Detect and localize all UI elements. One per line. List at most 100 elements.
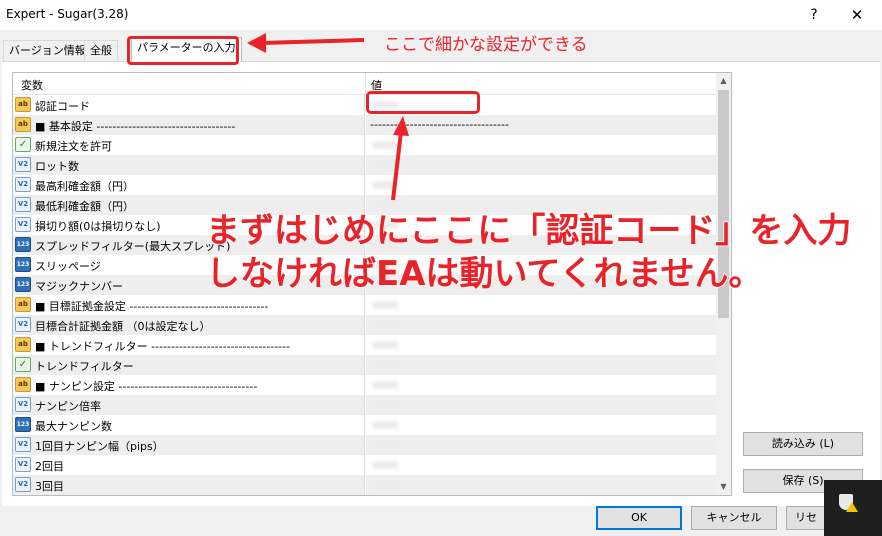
value-cell[interactable] <box>366 415 716 435</box>
blurred-value <box>372 301 398 309</box>
variable-cell[interactable]: ab ■ 目標証拠金設定 ----------------------------… <box>13 295 365 315</box>
value-cell[interactable] <box>366 315 716 335</box>
table-row[interactable]: V2 2回目 <box>13 455 716 475</box>
blurred-value <box>372 321 398 329</box>
value-cell[interactable] <box>366 135 716 155</box>
variable-cell[interactable]: V2 ロット数 <box>13 155 365 175</box>
list-header: 変数 値 <box>13 73 716 95</box>
variable-cell[interactable]: ✓ トレンドフィルター <box>13 355 365 375</box>
param-type-ab-icon: ab <box>15 97 31 112</box>
param-type-123-icon: 123 <box>15 417 31 432</box>
table-row[interactable]: V2 ロット数 <box>13 155 716 175</box>
main-annotation-line2: しなければEAは動いてくれません。 <box>205 253 763 295</box>
close-button[interactable]: ✕ <box>843 2 871 28</box>
value-cell[interactable] <box>366 155 716 175</box>
table-row[interactable]: 123 最大ナンピン数 <box>13 415 716 435</box>
blurred-value <box>372 401 398 409</box>
table-row[interactable]: ab 認証コード <box>13 95 716 115</box>
variable-label: 2回目 <box>35 460 64 473</box>
variable-cell[interactable]: ab ■ 基本設定 -------------------------------… <box>13 115 365 135</box>
value-cell[interactable] <box>366 295 716 315</box>
tab-general[interactable]: 全般 <box>84 40 118 61</box>
blurred-value <box>372 441 398 449</box>
param-type-ab-icon: ab <box>15 377 31 392</box>
variable-cell[interactable]: V2 目標合計証拠金額 （0は設定なし） <box>13 315 365 335</box>
variable-cell[interactable]: V2 1回目ナンピン幅（pips） <box>13 435 365 455</box>
param-type-v2-icon: V2 <box>15 157 31 172</box>
variable-cell[interactable]: V2 ナンピン倍率 <box>13 395 365 415</box>
table-row[interactable]: ✓ トレンドフィルター <box>13 355 716 375</box>
variable-label: マジックナンバー <box>35 280 123 293</box>
blurred-value <box>372 421 398 429</box>
table-row[interactable]: V2 ナンピン倍率 <box>13 395 716 415</box>
value-text: ----------------------------------- <box>370 118 509 131</box>
table-row[interactable]: V2 目標合計証拠金額 （0は設定なし） <box>13 315 716 335</box>
blurred-value <box>372 481 398 489</box>
tab-annotation-text: ここで細かな設定ができる <box>384 35 588 55</box>
variable-cell[interactable]: ab ■ トレンドフィルター --------------------------… <box>13 335 365 355</box>
title-bar: Expert - Sugar(3.28) ? ✕ <box>0 0 882 30</box>
system-tray <box>824 480 882 536</box>
auth-code-highlight-box <box>366 91 480 114</box>
variable-label: ■ ナンピン設定 -------------------------------… <box>35 380 258 393</box>
param-type-ab-icon: ab <box>15 297 31 312</box>
reset-button[interactable]: リセ <box>786 506 826 530</box>
column-header-variable[interactable]: 変数 <box>21 77 43 93</box>
variable-cell[interactable]: V2 3回目 <box>13 475 365 495</box>
variable-label: スリッページ <box>35 260 101 273</box>
param-type-v2-icon: V2 <box>15 317 31 332</box>
variable-label: 最低利確金額（円） <box>35 200 134 213</box>
variable-label: ロット数 <box>35 160 79 173</box>
blurred-value <box>372 461 398 469</box>
param-type-123-icon: 123 <box>15 237 31 252</box>
cancel-button[interactable]: キャンセル <box>691 506 777 530</box>
param-type-bool-icon: ✓ <box>15 357 31 372</box>
variable-cell[interactable]: ✓ 新規注文を許可 <box>13 135 365 155</box>
variable-label: 目標合計証拠金額 （0は設定なし） <box>35 320 211 333</box>
variable-label: ■ トレンドフィルター ----------------------------… <box>35 340 291 353</box>
load-button[interactable]: 読み込み (L) <box>743 432 863 456</box>
table-row[interactable]: V2 最高利確金額（円） <box>13 175 716 195</box>
variable-label: ナンピン倍率 <box>35 400 101 413</box>
value-cell[interactable] <box>366 335 716 355</box>
table-row[interactable]: V2 3回目 <box>13 475 716 495</box>
table-row[interactable]: ab ■ トレンドフィルター --------------------------… <box>13 335 716 355</box>
value-cell[interactable] <box>366 395 716 415</box>
ok-button[interactable]: OK <box>596 506 682 530</box>
variable-cell[interactable]: 123 最大ナンピン数 <box>13 415 365 435</box>
variable-label: 損切り額(0は損切りなし) <box>35 220 161 233</box>
blurred-value <box>372 141 398 149</box>
variable-label: 認証コード <box>35 100 90 113</box>
variable-cell[interactable]: V2 最高利確金額（円） <box>13 175 365 195</box>
value-cell[interactable] <box>366 355 716 375</box>
value-cell[interactable] <box>366 475 716 495</box>
value-cell[interactable] <box>366 375 716 395</box>
blurred-value <box>372 381 398 389</box>
tab-version-info[interactable]: バージョン情報 <box>3 40 92 61</box>
table-row[interactable]: ab ■ 基本設定 -------------------------------… <box>13 115 716 135</box>
variable-label: ■ 基本設定 ---------------------------------… <box>35 120 236 133</box>
tab-highlight-box <box>127 36 239 65</box>
help-button[interactable]: ? <box>800 2 828 28</box>
table-row[interactable]: ab ■ 目標証拠金設定 ----------------------------… <box>13 295 716 315</box>
window-title: Expert - Sugar(3.28) <box>6 7 129 21</box>
variable-label: トレンドフィルター <box>35 360 134 373</box>
table-row[interactable]: ab ■ ナンピン設定 -----------------------------… <box>13 375 716 395</box>
column-divider[interactable] <box>365 73 366 95</box>
scroll-up-icon[interactable]: ▲ <box>716 73 731 89</box>
variable-cell[interactable]: ab ■ ナンピン設定 -----------------------------… <box>13 375 365 395</box>
blurred-value <box>372 361 398 369</box>
table-row[interactable]: ✓ 新規注文を許可 <box>13 135 716 155</box>
variable-cell[interactable]: V2 2回目 <box>13 455 365 475</box>
variable-label: ■ 目標証拠金設定 ------------------------------… <box>35 300 269 313</box>
variable-label: 新規注文を許可 <box>35 140 112 153</box>
value-cell[interactable] <box>366 175 716 195</box>
scroll-down-icon[interactable]: ▼ <box>716 479 731 495</box>
value-cell[interactable] <box>366 435 716 455</box>
value-cell[interactable] <box>366 455 716 475</box>
value-cell[interactable]: ----------------------------------- <box>366 115 716 135</box>
param-type-123-icon: 123 <box>15 257 31 272</box>
variable-cell[interactable]: ab 認証コード <box>13 95 365 115</box>
param-type-ab-icon: ab <box>15 117 31 132</box>
table-row[interactable]: V2 1回目ナンピン幅（pips） <box>13 435 716 455</box>
